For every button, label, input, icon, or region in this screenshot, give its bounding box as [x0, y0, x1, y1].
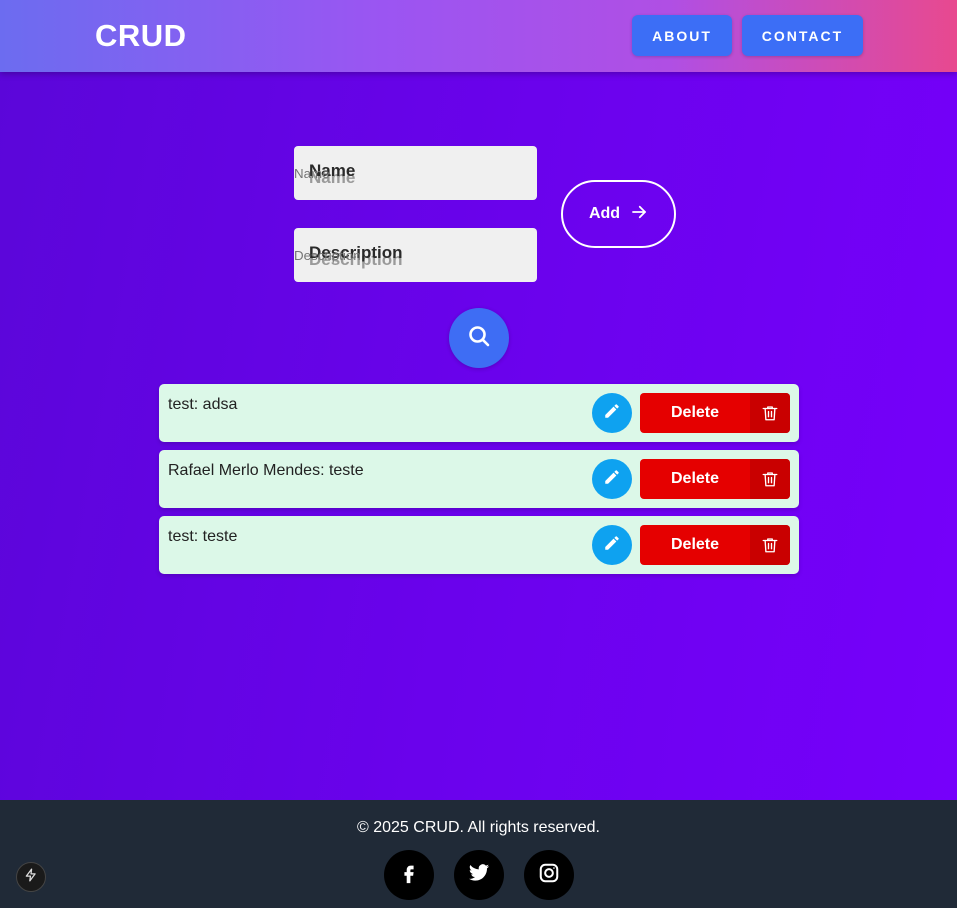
delete-button-label: Delete [670, 404, 720, 421]
facebook-icon [398, 862, 420, 889]
dev-tools-badge[interactable] [16, 862, 46, 892]
trash-icon [750, 393, 790, 433]
navbar: CRUD ABOUT CONTACT [0, 0, 957, 72]
trash-icon [750, 459, 790, 499]
add-button[interactable]: Add [561, 180, 676, 248]
list-item: test: teste Delete [159, 516, 799, 574]
facebook-link[interactable] [384, 850, 434, 900]
main-content: Name Name Description Description Add te… [0, 72, 957, 800]
lightning-icon [24, 867, 38, 888]
brand-logo[interactable]: CRUD [95, 18, 187, 54]
list-item: Rafael Merlo Mendes: teste Delete [159, 450, 799, 508]
edit-button[interactable] [592, 525, 632, 565]
edit-button[interactable] [592, 459, 632, 499]
pencil-icon [603, 402, 621, 425]
instagram-link[interactable] [524, 850, 574, 900]
item-text: test: adsa [168, 396, 238, 413]
copyright-text: © 2025 CRUD. All rights reserved. [357, 819, 600, 836]
add-button-label: Add [588, 205, 621, 222]
edit-button[interactable] [592, 393, 632, 433]
item-list: test: adsa Delete Rafael Merlo Mendes: t… [159, 384, 799, 582]
delete-button[interactable]: Delete [640, 525, 790, 565]
description-input[interactable] [294, 228, 537, 282]
search-icon [467, 324, 491, 353]
delete-button[interactable]: Delete [640, 459, 790, 499]
contact-button[interactable]: CONTACT [742, 15, 863, 56]
delete-button-label: Delete [670, 470, 720, 487]
footer: © 2025 CRUD. All rights reserved. [0, 800, 957, 908]
name-input[interactable] [294, 146, 537, 200]
about-button[interactable]: ABOUT [632, 15, 732, 56]
pencil-icon [603, 534, 621, 557]
item-text: test: teste [168, 528, 238, 545]
item-text: Rafael Merlo Mendes: teste [168, 462, 364, 479]
twitter-icon [467, 862, 491, 889]
search-button[interactable] [449, 308, 509, 368]
list-item: test: adsa Delete [159, 384, 799, 442]
pencil-icon [603, 468, 621, 491]
trash-icon [750, 525, 790, 565]
delete-button[interactable]: Delete [640, 393, 790, 433]
delete-button-label: Delete [670, 536, 720, 553]
instagram-icon [538, 862, 560, 889]
name-field[interactable]: Name Name [294, 146, 537, 200]
arrow-right-icon [630, 203, 648, 226]
twitter-link[interactable] [454, 850, 504, 900]
description-field[interactable]: Description Description [294, 228, 537, 282]
